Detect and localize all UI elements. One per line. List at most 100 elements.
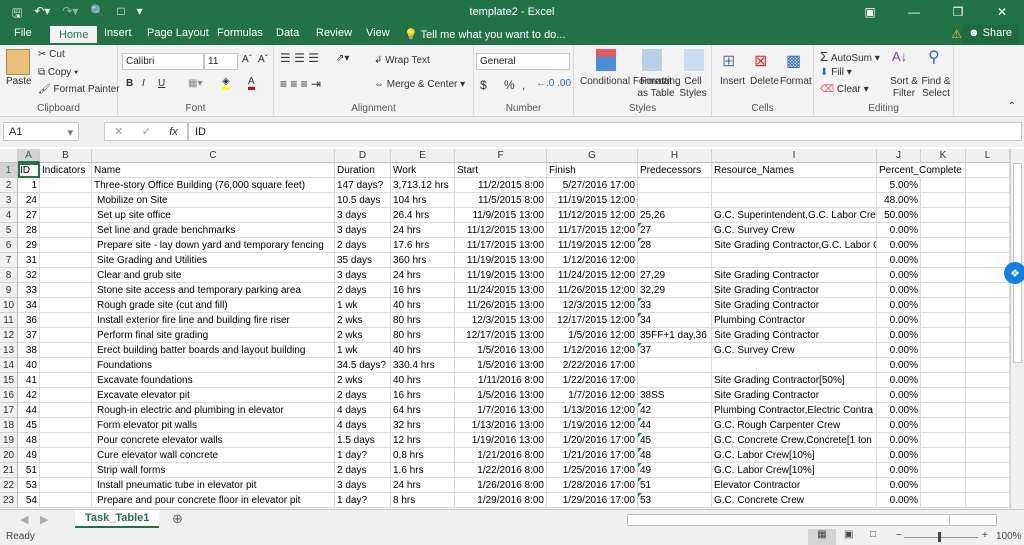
- column-header-b[interactable]: B: [40, 149, 92, 163]
- resource-names-cell[interactable]: Site Grading Contractor: [712, 268, 877, 283]
- finish-cell[interactable]: 12/3/2015 12:00: [547, 298, 638, 313]
- cell-j1[interactable]: Percent_Complete: [877, 163, 962, 178]
- column-header-l[interactable]: L: [966, 149, 1010, 163]
- align-top-icon[interactable]: ☰ ☰ ☰: [280, 51, 319, 65]
- horizontal-scroll-thumb[interactable]: [640, 515, 950, 525]
- normal-view-icon[interactable]: ▦: [808, 529, 836, 545]
- empty-cell[interactable]: [921, 208, 966, 223]
- cell-b1[interactable]: Indicators: [40, 163, 92, 178]
- work-cell[interactable]: 24 hrs: [391, 478, 455, 493]
- formula-input[interactable]: ID: [188, 122, 1022, 141]
- work-cell[interactable]: 1.6 hrs: [391, 463, 455, 478]
- currency-button[interactable]: $: [480, 78, 487, 92]
- zoom-out-icon[interactable]: −: [896, 530, 902, 541]
- predecessors-cell[interactable]: 25,26: [638, 208, 712, 223]
- conditional-formatting-icon[interactable]: [596, 49, 616, 71]
- merge-center-button[interactable]: ⇔ Merge & Center ▾: [374, 79, 465, 90]
- work-cell[interactable]: 3,713.12 hrs: [391, 178, 455, 193]
- resource-names-cell[interactable]: Site Grading Contractor: [712, 388, 877, 403]
- resource-names-cell[interactable]: G.C. Rough Carpenter Crew: [712, 418, 877, 433]
- font-color-icon[interactable]: A: [248, 76, 255, 90]
- resource-names-cell[interactable]: [712, 253, 877, 268]
- row-header[interactable]: 2: [0, 178, 18, 193]
- id-cell[interactable]: 53: [18, 478, 40, 493]
- indicators-cell[interactable]: [40, 463, 92, 478]
- minimize-button[interactable]: —: [892, 0, 936, 24]
- row-header[interactable]: 21: [0, 463, 18, 478]
- percent-button[interactable]: %: [504, 78, 515, 92]
- empty-cell[interactable]: [966, 328, 1010, 343]
- start-cell[interactable]: 11/9/2015 13:00: [455, 208, 547, 223]
- row-header[interactable]: 14: [0, 358, 18, 373]
- magnifier-icon[interactable]: ⚲: [928, 47, 940, 67]
- finish-cell[interactable]: 5/27/2016 17:00: [547, 178, 638, 193]
- row-header[interactable]: 7: [0, 253, 18, 268]
- start-cell[interactable]: 11/17/2015 13:00: [455, 238, 547, 253]
- resource-names-cell[interactable]: G.C. Concrete Crew,Concrete[1 ton: [712, 433, 877, 448]
- resource-names-cell[interactable]: G.C. Concrete Crew: [712, 493, 877, 508]
- work-cell[interactable]: 17.6 hrs: [391, 238, 455, 253]
- work-cell[interactable]: 24 hrs: [391, 268, 455, 283]
- sheet-tab-task-table1[interactable]: Task_Table1: [75, 510, 160, 528]
- cell-d1[interactable]: Duration: [335, 163, 391, 178]
- percent-complete-cell[interactable]: 0.00%: [877, 448, 921, 463]
- start-cell[interactable]: 1/19/2016 13:00: [455, 433, 547, 448]
- id-cell[interactable]: 44: [18, 403, 40, 418]
- worksheet-grid[interactable]: A B C D E F G H I J K L 1 ID Indicators Name Duration Wor…: [0, 149, 1010, 509]
- finish-cell[interactable]: 1/20/2016 17:00: [547, 433, 638, 448]
- work-cell[interactable]: 104 hrs: [391, 193, 455, 208]
- predecessors-cell[interactable]: [638, 193, 712, 208]
- finish-cell[interactable]: 1/19/2016 12:00: [547, 418, 638, 433]
- name-box[interactable]: A1 ▾: [3, 122, 79, 141]
- page-break-view-icon[interactable]: □: [870, 529, 876, 540]
- resource-names-cell[interactable]: G.C. Superintendent,G.C. Labor Cre: [712, 208, 877, 223]
- indicators-cell[interactable]: [40, 493, 92, 508]
- duration-cell[interactable]: 2 wks: [335, 328, 391, 343]
- empty-cell[interactable]: [921, 388, 966, 403]
- empty-cell[interactable]: [966, 298, 1010, 313]
- resource-names-cell[interactable]: G.C. Labor Crew[10%]: [712, 448, 877, 463]
- enter-icon[interactable]: ✓: [142, 125, 151, 138]
- indicators-cell[interactable]: [40, 373, 92, 388]
- row-header[interactable]: 20: [0, 448, 18, 463]
- duration-cell[interactable]: 3 days: [335, 268, 391, 283]
- predecessors-cell[interactable]: 44: [638, 418, 712, 433]
- column-header-h[interactable]: H: [638, 149, 712, 163]
- start-cell[interactable]: 1/29/2016 8:00: [455, 493, 547, 508]
- indicators-cell[interactable]: [40, 298, 92, 313]
- start-cell[interactable]: 1/11/2016 8:00: [455, 373, 547, 388]
- work-cell[interactable]: 26.4 hrs: [391, 208, 455, 223]
- predecessors-cell[interactable]: 27: [638, 223, 712, 238]
- column-header-k[interactable]: K: [921, 149, 966, 163]
- finish-cell[interactable]: 11/17/2015 12:00: [547, 223, 638, 238]
- finish-cell[interactable]: 1/29/2016 17:00: [547, 493, 638, 508]
- empty-cell[interactable]: [921, 448, 966, 463]
- indicators-cell[interactable]: [40, 283, 92, 298]
- empty-cell[interactable]: [921, 328, 966, 343]
- work-cell[interactable]: 330.4 hrs: [391, 358, 455, 373]
- tab-review[interactable]: Review: [316, 27, 352, 39]
- work-cell[interactable]: 16 hrs: [391, 283, 455, 298]
- page-layout-view-icon[interactable]: ▣: [844, 529, 853, 540]
- empty-cell[interactable]: [921, 478, 966, 493]
- finish-cell[interactable]: 11/24/2015 12:00: [547, 268, 638, 283]
- empty-cell[interactable]: [966, 373, 1010, 388]
- empty-cell[interactable]: [966, 358, 1010, 373]
- work-cell[interactable]: 8 hrs: [391, 493, 455, 508]
- cell-f1[interactable]: Start: [455, 163, 547, 178]
- finish-cell[interactable]: 1/7/2016 12:00: [547, 388, 638, 403]
- name-cell[interactable]: Foundations: [92, 358, 335, 373]
- paste-button[interactable]: Paste: [6, 76, 32, 87]
- zoom-level[interactable]: 100%: [996, 531, 1022, 542]
- warning-icon[interactable]: ⚠: [951, 27, 962, 41]
- cell-c1[interactable]: Name: [92, 163, 335, 178]
- number-format-select[interactable]: General: [476, 53, 570, 70]
- empty-cell[interactable]: [966, 223, 1010, 238]
- zoom-slider[interactable]: [904, 537, 978, 538]
- predecessors-cell[interactable]: 37: [638, 343, 712, 358]
- copy-button[interactable]: ⧉ Copy ▾: [38, 67, 78, 78]
- italic-button[interactable]: I: [142, 78, 145, 89]
- start-cell[interactable]: 11/26/2015 13:00: [455, 298, 547, 313]
- predecessors-cell[interactable]: 33: [638, 298, 712, 313]
- name-cell[interactable]: Set line and grade benchmarks: [92, 223, 335, 238]
